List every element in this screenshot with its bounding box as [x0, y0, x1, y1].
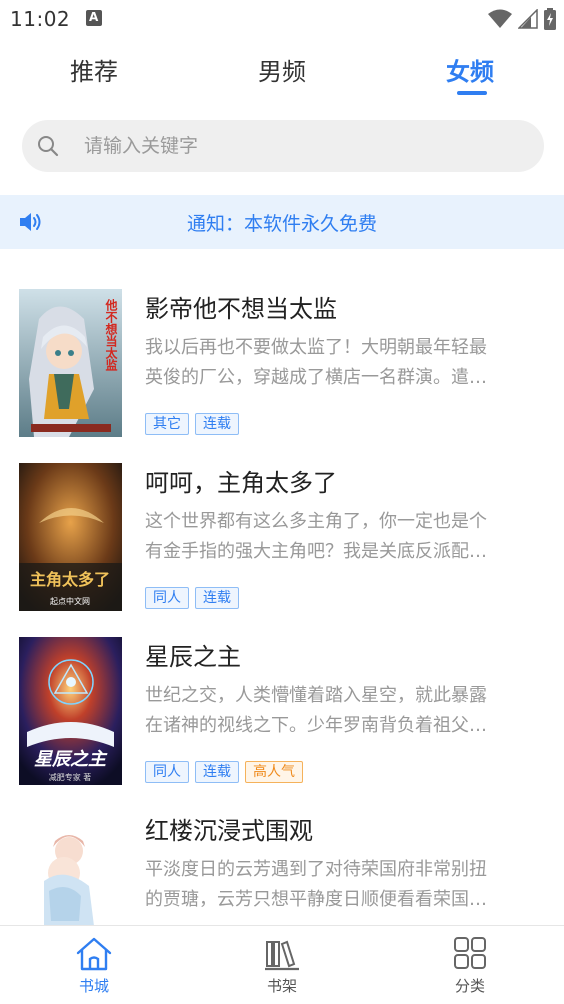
book-cover[interactable]: 星辰之主 减肥专家 著 [19, 637, 122, 785]
book-tags: 其它 连载 [145, 413, 239, 435]
tab-female[interactable]: 女频 [446, 52, 494, 87]
tag-status: 连载 [195, 761, 239, 783]
tag-status: 连载 [195, 587, 239, 609]
tag-genre: 同人 [145, 587, 189, 609]
tab-male[interactable]: 男频 [258, 52, 306, 87]
book-description-line: 平淡度日的云芳遇到了对待荣国府非常别扭 [145, 859, 487, 880]
book-description: 这个世界都有这么多主角了，你一定也是个 有金手指的强大主角吧？我是关底反派配… [145, 507, 535, 567]
tab-recommend[interactable]: 推荐 [70, 52, 118, 87]
book-description-line: 在诸神的视线之下。少年罗南背负着祖父… [145, 715, 487, 736]
book-description-line: 的贾瑭，云芳只想平静度日顺便看看荣国… [145, 889, 487, 910]
book-description-line: 世纪之交，人类懵懂着踏入星空，就此暴露 [145, 685, 487, 706]
tag-status: 连载 [195, 413, 239, 435]
nav-bookstore[interactable]: 书城 [54, 936, 134, 996]
tab-active-indicator [457, 91, 487, 95]
book-title[interactable]: 星辰之主 [145, 637, 241, 672]
nav-label-bookstore: 书城 [78, 977, 109, 995]
book-description-line: 我以后再也不要做太监了！大明朝最年轻最 [145, 337, 487, 358]
book-description-line: 有金手指的强大主角吧？我是关底反派配… [145, 541, 487, 562]
bottom-nav: 书城 书架 分类 [0, 925, 564, 1004]
bookshelf-icon [265, 940, 299, 971]
book-description-line: 英俊的厂公，穿越成了横店一名群演。遣… [145, 367, 487, 388]
cover-title: 主角太多了 [30, 570, 110, 589]
grid-icon [454, 937, 486, 969]
book-tags: 同人 连载 [145, 587, 239, 609]
cover-title: 星辰之主 [34, 749, 108, 770]
battery-icon [544, 8, 556, 30]
book-cover[interactable]: 他不想当太监 [19, 289, 122, 437]
book-title[interactable]: 影帝他不想当太监 [145, 289, 337, 324]
book-description-line: 这个世界都有这么多主角了，你一定也是个 [145, 511, 487, 532]
nav-bookshelf[interactable]: 书架 [242, 936, 322, 996]
nav-label-category: 分类 [454, 977, 485, 995]
book-title[interactable]: 红楼沉浸式围观 [145, 811, 313, 846]
book-tags: 同人 连载 高人气 [145, 761, 303, 783]
book-cover[interactable]: 主角太多了 起点中文网 [19, 463, 122, 611]
notice-text: 通知：本软件永久免费 [186, 213, 377, 235]
tag-genre: 同人 [145, 761, 189, 783]
book-item[interactable]: 星辰之主 减肥专家 著 星辰之主 世纪之交，人类懵懂着踏入星空，就此暴露 在诸神… [0, 637, 564, 811]
tag-genre: 其它 [145, 413, 189, 435]
book-item[interactable]: 主角太多了 起点中文网 呵呵，主角太多了 这个世界都有这么多主角了，你一定也是个… [0, 463, 564, 637]
cover-author: 减肥专家 著 [49, 772, 92, 782]
search-bar[interactable] [22, 120, 544, 172]
search-input[interactable] [84, 120, 524, 172]
notification-a-icon [86, 10, 102, 26]
status-time: 11:02 [10, 7, 71, 31]
book-description: 平淡度日的云芳遇到了对待荣国府非常别扭 的贾瑭，云芳只想平静度日顺便看看荣国… [145, 855, 535, 915]
wifi-icon [488, 9, 512, 28]
tag-popular: 高人气 [245, 761, 303, 783]
status-bar: 11:02 [0, 0, 564, 38]
nav-category[interactable]: 分类 [430, 936, 510, 996]
book-cover-image: 星辰之主 减肥专家 著 [19, 637, 122, 785]
book-description: 世纪之交，人类懵懂着踏入星空，就此暴露 在诸神的视线之下。少年罗南背负着祖父… [145, 681, 535, 741]
signal-icon [518, 9, 538, 29]
cover-publisher: 起点中文网 [50, 596, 90, 606]
book-item[interactable]: 他不想当太监 影帝他不想当太监 我以后再也不要做太监了！大明朝最年轻最 英俊的厂… [0, 289, 564, 463]
home-icon [76, 937, 112, 971]
status-icons [488, 8, 556, 30]
book-cover-image: 他不想当太监 [19, 289, 122, 437]
book-description: 我以后再也不要做太监了！大明朝最年轻最 英俊的厂公，穿越成了横店一名群演。遣… [145, 333, 535, 393]
search-icon [38, 136, 59, 157]
nav-label-bookshelf: 书架 [266, 977, 297, 995]
cover-title: 他不想当太监 [104, 298, 118, 372]
notice-banner: 通知：本软件永久免费 [0, 195, 564, 249]
book-cover-image: 主角太多了 起点中文网 [19, 463, 122, 611]
book-title[interactable]: 呵呵，主角太多了 [145, 463, 337, 498]
